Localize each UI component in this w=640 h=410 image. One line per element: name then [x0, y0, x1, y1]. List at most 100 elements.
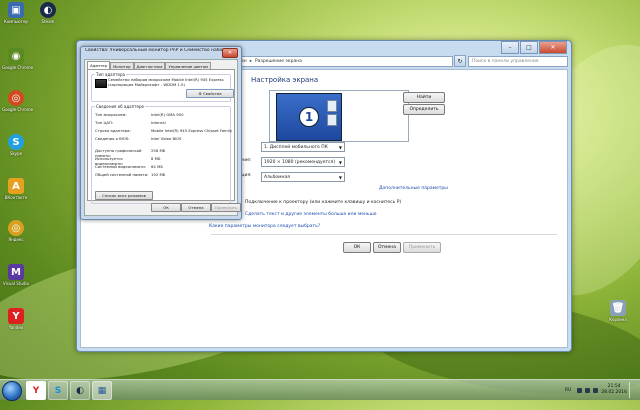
- dialog-ok-button[interactable]: ОК: [151, 203, 181, 212]
- taskbar: Y S ◐ ▦ RU 21:54 28.02.2016: [0, 379, 640, 401]
- info-row: Тип ЦАП: Internal: [95, 120, 235, 125]
- desktop-icon-skype[interactable]: S Skype: [2, 134, 30, 156]
- desktop-icon-label: Google Chrome: [2, 107, 34, 112]
- chevron-down-icon: ▼: [338, 174, 342, 180]
- adapter-type-group: Тип адаптера Семейство наборов микросхем…: [91, 72, 234, 102]
- tab-monitor[interactable]: Монитор: [110, 62, 134, 69]
- yandex-browser-icon: Y: [8, 308, 24, 324]
- steam-icon: ◐: [40, 2, 56, 18]
- search-placeholder: Поиск в панели управления: [472, 58, 539, 64]
- desktop-icon-chrome[interactable]: ◉ Google Chrome: [2, 48, 34, 70]
- text-size-link[interactable]: Сделать текст и другие элементы больше и…: [245, 212, 376, 217]
- find-button[interactable]: Найти: [403, 92, 445, 103]
- chevron-down-icon: ▼: [338, 144, 342, 150]
- tab-adapter[interactable]: Адаптер: [87, 61, 110, 69]
- chevron-down-icon: ▼: [338, 159, 342, 165]
- monitor-preview: 1: [269, 90, 409, 142]
- desktop-icon-recycle-bin[interactable]: 🗑 Корзина: [604, 300, 632, 322]
- dialog-tabs: Адаптер Монитор Диагностика Управление ц…: [87, 61, 212, 69]
- group-label: Сведения об адаптере: [95, 104, 145, 109]
- taskbar-control-panel[interactable]: ▦: [92, 381, 112, 400]
- tab-diagnostics[interactable]: Диагностика: [133, 62, 166, 69]
- resolution-select[interactable]: 1920 × 1080 (рекомендуется) ▼: [261, 157, 345, 167]
- dialog-title: Свойства: Универсальный монитор PnP и Се…: [85, 48, 225, 53]
- list-all-modes-button[interactable]: Список всех режимов: [95, 191, 153, 200]
- desktop-icon-label: Steam: [41, 19, 55, 24]
- cancel-button[interactable]: Отмена: [373, 242, 401, 253]
- desktop-icon-steam[interactable]: ◐ Steam: [34, 2, 62, 24]
- dialog-cancel-button[interactable]: Отмена: [181, 203, 211, 212]
- desktop-icon-label: Google Chrome: [2, 65, 34, 70]
- taskbar-yandex[interactable]: Y: [26, 381, 46, 400]
- visual-studio-icon: M: [8, 264, 24, 280]
- search-input[interactable]: Поиск в панели управления: [468, 55, 568, 67]
- orientation-value: Альбомная: [264, 174, 290, 180]
- volume-icon[interactable]: [593, 387, 599, 393]
- orientation-select[interactable]: Альбомная ▼: [261, 172, 345, 182]
- info-key: Тип ЦАП:: [95, 120, 114, 125]
- monitor-icon: [327, 114, 337, 126]
- desktop-icon-computer[interactable]: ▣ Компьютер: [2, 2, 30, 24]
- adapter-tab-content: Тип адаптера Семейство наборов микросхем…: [87, 69, 235, 204]
- computer-icon: ▣: [8, 2, 24, 18]
- monitor-1[interactable]: 1: [276, 93, 342, 141]
- desktop-icon-app[interactable]: A ВКонтакте: [2, 178, 30, 200]
- advanced-settings-link[interactable]: Дополнительные параметры: [379, 186, 448, 191]
- memory-value: 64 МБ: [151, 164, 163, 169]
- monitor-icon: [327, 100, 337, 112]
- which-settings-link[interactable]: Какие параметры монитора следует выбрать…: [209, 224, 320, 229]
- start-button[interactable]: [2, 381, 22, 401]
- minimize-button[interactable]: –: [501, 41, 519, 54]
- projector-text[interactable]: Подключение к проектору (или нажмите кла…: [245, 200, 401, 205]
- tray-expand-icon[interactable]: [577, 387, 583, 393]
- close-button[interactable]: ✕: [539, 41, 567, 54]
- memory-row: Системной видеопамяти: 64 МБ: [95, 164, 235, 169]
- app-icon: A: [8, 178, 24, 194]
- desktop-icon-browser[interactable]: ◎ Google Chrome: [2, 90, 34, 112]
- graphics-card-icon: [95, 79, 107, 88]
- memory-key: Общей системной памяти:: [95, 172, 149, 177]
- show-desktop-button[interactable]: [629, 382, 636, 398]
- refresh-button[interactable]: ↻: [454, 55, 466, 67]
- dialog-apply-button[interactable]: Применить: [211, 203, 241, 212]
- window-controls: – □ ✕: [500, 41, 567, 54]
- adapter-info-group: Сведения об адаптере Тип микросхем: Intel…: [91, 104, 233, 204]
- desktop-icon-label: Skype: [9, 151, 23, 156]
- identify-button[interactable]: Определить: [403, 104, 445, 115]
- clock-date: 28.02.2016: [601, 390, 627, 395]
- info-row: Тип микросхем: Intel(R) GMA 950: [95, 112, 235, 117]
- memory-value: 192 МБ: [151, 172, 166, 177]
- ok-button[interactable]: ОК: [343, 242, 371, 253]
- tab-color-management[interactable]: Управление цветом: [165, 62, 212, 69]
- clock[interactable]: 21:54 28.02.2016: [601, 384, 627, 396]
- info-value: Mobile Intel(R) 945 Express Chipset Fami…: [151, 128, 233, 133]
- memory-key: Системной видеопамяти:: [95, 164, 147, 169]
- taskbar-skype[interactable]: S: [48, 381, 68, 400]
- network-icon[interactable]: [585, 387, 591, 393]
- properties-button-label: Свойства: [203, 91, 222, 96]
- yandex-icon: ◎: [8, 220, 24, 236]
- taskbar-steam[interactable]: ◐: [70, 381, 90, 400]
- desktop-icon-vs[interactable]: M Visual Studio: [2, 264, 30, 286]
- desktop-icon-label: Яндекс: [8, 237, 24, 242]
- maximize-button[interactable]: □: [520, 41, 538, 54]
- divider: [211, 234, 557, 235]
- info-row: Сведения о BIOS: Intel Video BIOS: [95, 136, 235, 141]
- display-select[interactable]: 1. Дисплей мобильного ПК ▼: [261, 142, 345, 152]
- apply-button[interactable]: Применить: [403, 242, 441, 253]
- system-tray: RU 21:54 28.02.2016: [565, 382, 636, 398]
- chrome-icon: ◉: [8, 48, 24, 64]
- desktop-icon-yandex-browser[interactable]: Y Yandex: [2, 308, 30, 330]
- properties-button[interactable]: ⚙ Свойства: [186, 89, 234, 98]
- steam-icon: ◐: [76, 385, 84, 396]
- desktop-icon-yandex[interactable]: ◎ Яндекс: [2, 220, 30, 242]
- breadcrumb-item[interactable]: Разрешение экрана: [255, 59, 302, 64]
- desktop-icon-label: Компьютер: [4, 19, 28, 24]
- close-button[interactable]: ✕: [222, 48, 238, 58]
- info-value: Intel(R) GMA 950: [151, 112, 184, 117]
- desktop-icon-label: Yandex: [8, 325, 24, 330]
- info-value: Intel Video BIOS: [151, 136, 182, 141]
- page-title: Настройка экрана: [251, 76, 319, 84]
- language-indicator[interactable]: RU: [565, 388, 571, 393]
- monitor-number: 1: [299, 107, 319, 127]
